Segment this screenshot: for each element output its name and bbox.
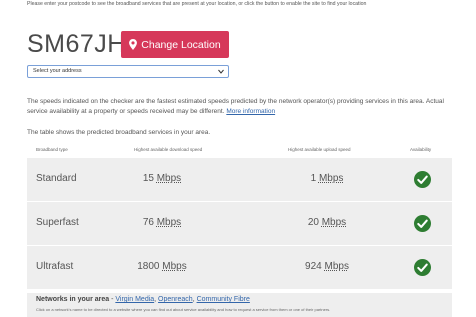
table-intro: The table shows the predicted broadband …	[27, 129, 211, 136]
column-header-availability: Availability	[410, 147, 432, 152]
check-circle-icon	[414, 171, 431, 188]
networks-note: Click on a network's name to be directed…	[36, 307, 331, 312]
column-header-download: Highest available download speed	[134, 147, 203, 152]
more-information-link[interactable]: More information	[226, 108, 275, 115]
check-circle-icon	[414, 259, 431, 276]
network-link-virgin-media[interactable]: Virgin Media	[115, 296, 154, 303]
networks-panel: Networks in your area - Virgin Media, Op…	[27, 293, 452, 317]
upload-speed: 20 Mbps	[307, 217, 347, 228]
table-row: Superfast 76 Mbps 20 Mbps	[27, 202, 452, 245]
upload-speed: 1 Mbps	[310, 173, 344, 184]
networks-heading: Networks in your area - Virgin Media, Op…	[36, 296, 250, 303]
map-pin-icon	[129, 39, 138, 50]
chevron-down-icon	[218, 69, 224, 74]
upload-speed: 924 Mbps	[305, 261, 349, 272]
table-row: Standard 15 Mbps 1 Mbps	[27, 158, 452, 201]
speeds-explanation: The speeds indicated on the checker are …	[27, 97, 452, 117]
address-select[interactable]: Select your address	[27, 65, 229, 78]
change-location-button[interactable]: Change Location	[121, 31, 229, 58]
network-link-openreach[interactable]: Openreach	[158, 296, 193, 303]
networks-title: Networks in your area	[36, 296, 110, 303]
table-row: Ultrafast 1800 Mbps 924 Mbps	[27, 246, 452, 289]
change-location-label: Change Location	[141, 38, 221, 51]
column-header-upload: Highest available upload speed	[288, 147, 351, 152]
address-select-value: Select your address	[33, 68, 82, 74]
check-circle-icon	[414, 215, 431, 232]
intro-text: Please enter your postcode to see the br…	[27, 1, 367, 7]
column-header-type: Broadband type	[36, 147, 68, 152]
network-link-community-fibre[interactable]: Community Fibre	[197, 296, 250, 303]
postcode-display: SM67JH	[27, 30, 126, 58]
